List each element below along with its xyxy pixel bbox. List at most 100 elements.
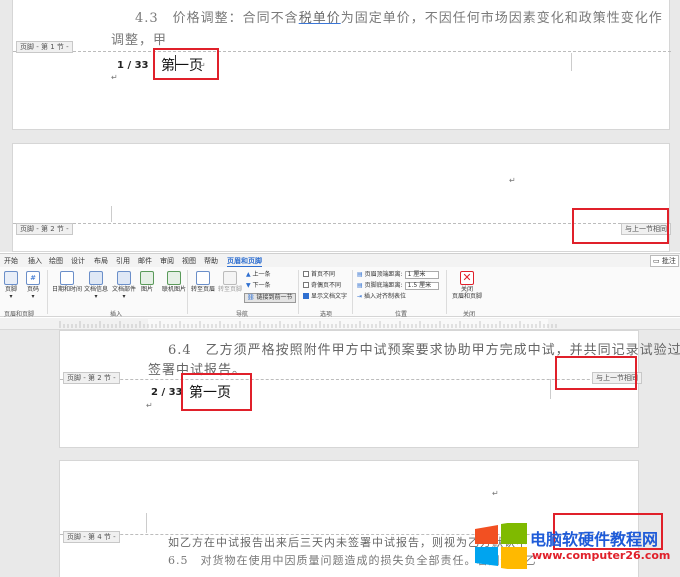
tab-view[interactable]: 视图 (182, 256, 196, 266)
tab-draw[interactable]: 绘图 (49, 256, 63, 266)
next-button[interactable]: ▼ 下一条 (246, 282, 271, 290)
body-text-line: 4.3 价格调整：合同不含税单价为固定单价，不因任何市场因素变化和政策性变化作 (135, 7, 663, 26)
different-first-page-checkbox[interactable]: 首页不同 (303, 271, 335, 279)
tab-help[interactable]: 帮助 (204, 256, 218, 266)
page-number-field[interactable]: 2 / 33 (151, 387, 183, 398)
different-odd-even-checkbox[interactable]: 奇偶页不同 (303, 282, 341, 290)
group-label: 位置 (395, 311, 408, 318)
link-to-previous-button[interactable]: ⛓ 链接到前一节 (244, 293, 296, 303)
margin-corner-mark (111, 206, 112, 222)
comment-button[interactable]: ▭ 批注 (650, 255, 679, 267)
group-separator (47, 270, 48, 314)
previous-button[interactable]: ▲ 上一条 (246, 271, 271, 279)
checkbox-icon (303, 271, 309, 277)
header-from-top-row: ▤ 页眉顶端距离: 1 厘米 (357, 271, 439, 279)
alignment-tab-icon: ⇥ (357, 293, 363, 300)
paragraph-mark-icon: ↵ (224, 361, 231, 370)
group-separator (352, 270, 353, 314)
tab-review[interactable]: 审阅 (160, 256, 174, 266)
comment-icon: ▭ (653, 257, 660, 265)
highlight-box (153, 48, 219, 80)
doc-info-label: 文档信息 (84, 286, 109, 293)
picture-button[interactable]: 图片 (140, 271, 154, 293)
watermark-title: 电脑软硬件教程网 (530, 530, 659, 549)
go-to-footer-button[interactable]: 转至页脚 (218, 271, 242, 293)
group-label: 插入 (110, 311, 123, 318)
footer-separator (60, 379, 640, 380)
footer-button-label: 页脚 (4, 286, 17, 293)
page-number-button[interactable]: # 页码 ▾ (26, 271, 40, 300)
ribbon-panel: 页脚 ▾ # 页码 ▾ 页眉和页脚 日期和时间 文档信息 ▾ 文档部件 ▾ 图片 联机图… (0, 267, 680, 318)
page-number-field[interactable]: 1 / 33 (117, 60, 149, 71)
ribbon-tab-bar: 开始 插入 绘图 设计 布局 引用 邮件 审阅 视图 帮助 页眉和页脚 ▭ 批注 (0, 253, 680, 267)
footer-position-icon: ▤ (357, 282, 363, 289)
footer-icon (4, 271, 18, 285)
horizontal-ruler[interactable] (0, 318, 680, 330)
dropdown-arrow-icon: ▾ (9, 293, 13, 300)
document-page-2-lower[interactable]: 6.4 乙方须严格按照附件甲方中试预案要求协助甲方完成中试，并共同记录试验过程，… (59, 330, 680, 448)
windows-logo-icon (473, 520, 529, 572)
doc-info-icon (89, 271, 103, 285)
tab-insert[interactable]: 插入 (28, 256, 42, 266)
highlight-box (572, 208, 669, 244)
footer-separator (13, 51, 671, 52)
tab-layout[interactable]: 布局 (94, 256, 108, 266)
lower-document-view: 6.4 乙方须严格按照附件甲方中试预案要求协助甲方完成中试，并共同记录试验过程，… (0, 330, 680, 577)
online-picture-icon (167, 271, 181, 285)
margin-corner-mark (550, 379, 551, 399)
footer-button[interactable]: 页脚 ▾ (4, 271, 18, 300)
doc-parts-button[interactable]: 文档部件 ▾ (112, 271, 136, 300)
date-time-button[interactable]: 日期和时间 (52, 271, 82, 293)
group-label: 选项 (320, 311, 333, 318)
go-to-header-icon (196, 271, 210, 285)
footer-tag: 页脚 - 第 4 节 - (63, 531, 120, 543)
online-picture-button[interactable]: 联机图片 (162, 271, 186, 293)
document-page-2[interactable]: ↵ 页脚 - 第 2 节 - 与上一节相同 (12, 143, 671, 252)
footer-from-bottom-input[interactable]: 1.5 厘米 (404, 282, 439, 290)
doc-info-button[interactable]: 文档信息 ▾ (84, 271, 108, 300)
insert-alignment-tab-button[interactable]: ⇥ 插入对齐制表位 (357, 293, 406, 301)
header-from-top-input[interactable]: 1 厘米 (404, 271, 439, 279)
next-label: 下一条 (252, 282, 271, 289)
close-label-2: 页眉和页脚 (452, 293, 483, 300)
date-time-label: 日期和时间 (52, 286, 83, 293)
highlight-box (181, 373, 252, 411)
online-picture-label: 联机图片 (162, 286, 187, 293)
dropdown-arrow-icon: ▾ (31, 293, 35, 300)
header-from-top-label: 页眉顶端距离: (364, 271, 403, 278)
tab-design[interactable]: 设计 (71, 256, 85, 266)
go-to-footer-icon (223, 271, 237, 285)
group-separator (298, 270, 299, 314)
page-number-button-label: 页码 (26, 286, 39, 293)
body-text-line-2: 调整，甲 (111, 33, 168, 48)
checkbox-checked-icon (303, 293, 309, 299)
group-label: 导航 (236, 311, 249, 318)
tab-header-footer[interactable]: 页眉和页脚 (227, 256, 262, 267)
go-to-footer-label: 转至页脚 (218, 286, 243, 293)
calendar-icon (60, 271, 74, 285)
ruler-ticks (59, 319, 557, 329)
checkbox-icon (303, 282, 309, 288)
tab-references[interactable]: 引用 (116, 256, 130, 266)
paragraph-mark-icon: ↵ (509, 176, 516, 185)
go-to-header-button[interactable]: 转至页眉 (191, 271, 215, 293)
different-odd-even-label: 奇偶页不同 (311, 282, 342, 289)
footer-tag: 页脚 - 第 1 节 - (16, 41, 73, 53)
tab-mailings[interactable]: 邮件 (138, 256, 152, 266)
text-segment: 4.3 价格调整：合同不含 (135, 11, 299, 26)
arrow-up-icon: ▲ (246, 271, 251, 278)
tab-home[interactable]: 开始 (4, 256, 18, 266)
show-document-text-label: 显示文档文字 (311, 293, 348, 300)
paragraph-mark-icon: ↵ (146, 401, 153, 410)
highlight-box (555, 356, 637, 390)
margin-corner-mark (146, 513, 147, 533)
close-header-footer-button[interactable]: ✕ 关闭 页眉和页脚 (452, 271, 482, 300)
group-label: 页眉和页脚 (4, 311, 35, 318)
close-label-1: 关闭 (461, 286, 474, 293)
margin-corner-mark (571, 53, 572, 71)
document-page-1[interactable]: 4.3 价格调整：合同不含税单价为固定单价，不因任何市场因素变化和政策性变化作 … (12, 0, 671, 130)
text-segment: 为固定单价，不因任何市场因素变化和政策性变化作 (340, 11, 663, 26)
dropdown-arrow-icon: ▾ (94, 293, 98, 300)
link-to-previous-label: 链接到前一节 (256, 294, 293, 301)
show-document-text-checkbox[interactable]: 显示文档文字 (303, 293, 347, 301)
